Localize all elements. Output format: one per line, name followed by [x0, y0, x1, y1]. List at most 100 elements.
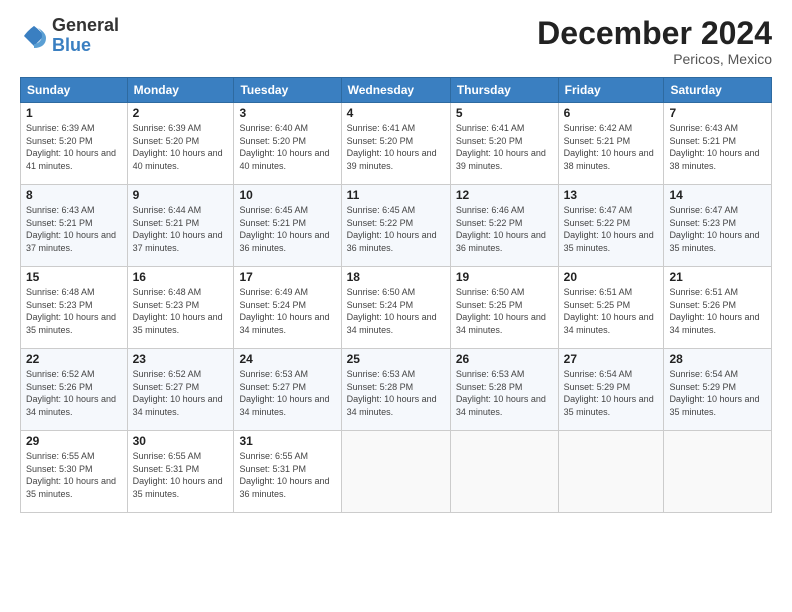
table-row: 16Sunrise: 6:48 AMSunset: 5:23 PMDayligh…: [127, 267, 234, 349]
table-row: 17Sunrise: 6:49 AMSunset: 5:24 PMDayligh…: [234, 267, 341, 349]
month-title: December 2024: [537, 16, 772, 51]
day-number: 7: [669, 106, 766, 120]
day-number: 13: [564, 188, 659, 202]
calendar-header-row: Sunday Monday Tuesday Wednesday Thursday…: [21, 78, 772, 103]
header-wednesday: Wednesday: [341, 78, 450, 103]
table-row: 26 Sunrise: 6:53 AMSunset: 5:28 PMDayligh…: [450, 349, 558, 431]
table-row: 23 Sunrise: 6:52 AMSunset: 5:27 PMDayligh…: [127, 349, 234, 431]
day-number: 25: [347, 352, 445, 366]
day-number: 12: [456, 188, 553, 202]
table-row: 11 Sunrise: 6:45 AMSunset: 5:22 PMDayligh…: [341, 185, 450, 267]
table-row: 15 Sunrise: 6:48 AMSunset: 5:23 PMDayligh…: [21, 267, 128, 349]
calendar-week-row: 15 Sunrise: 6:48 AMSunset: 5:23 PMDayligh…: [21, 267, 772, 349]
table-row: 12Sunrise: 6:46 AMSunset: 5:22 PMDayligh…: [450, 185, 558, 267]
day-number: 26: [456, 352, 553, 366]
location: Pericos, Mexico: [537, 51, 772, 67]
day-info: Sunrise: 6:44 AMSunset: 5:21 PMDaylight:…: [133, 204, 229, 254]
day-info: Sunrise: 6:39 AMSunset: 5:20 PMDaylight:…: [133, 122, 229, 172]
calendar-week-row: 22 Sunrise: 6:52 AMSunset: 5:26 PMDayligh…: [21, 349, 772, 431]
day-info: Sunrise: 6:40 AMSunset: 5:20 PMDaylight:…: [239, 122, 335, 172]
table-row: 7 Sunrise: 6:43 AMSunset: 5:21 PMDaylight…: [664, 103, 772, 185]
day-info: Sunrise: 6:52 AMSunset: 5:26 PMDaylight:…: [26, 368, 122, 418]
table-row: [450, 431, 558, 513]
table-row: 2 Sunrise: 6:39 AMSunset: 5:20 PMDaylight…: [127, 103, 234, 185]
header-saturday: Saturday: [664, 78, 772, 103]
table-row: 27 Sunrise: 6:54 AMSunset: 5:29 PMDayligh…: [558, 349, 664, 431]
logo-text: General Blue: [52, 16, 119, 56]
day-number: 15: [26, 270, 122, 284]
table-row: [341, 431, 450, 513]
day-info: Sunrise: 6:55 AMSunset: 5:31 PMDaylight:…: [133, 450, 229, 500]
table-row: 6 Sunrise: 6:42 AMSunset: 5:21 PMDaylight…: [558, 103, 664, 185]
day-number: 31: [239, 434, 335, 448]
table-row: [558, 431, 664, 513]
day-info: Sunrise: 6:47 AMSunset: 5:22 PMDaylight:…: [564, 204, 659, 254]
day-info: Sunrise: 6:41 AMSunset: 5:20 PMDaylight:…: [456, 122, 553, 172]
day-number: 22: [26, 352, 122, 366]
day-number: 27: [564, 352, 659, 366]
table-row: [664, 431, 772, 513]
day-info: Sunrise: 6:43 AMSunset: 5:21 PMDaylight:…: [669, 122, 766, 172]
page: General Blue December 2024 Pericos, Mexi…: [0, 0, 792, 612]
day-number: 4: [347, 106, 445, 120]
day-number: 11: [347, 188, 445, 202]
day-info: Sunrise: 6:43 AMSunset: 5:21 PMDaylight:…: [26, 204, 122, 254]
day-number: 9: [133, 188, 229, 202]
day-info: Sunrise: 6:50 AMSunset: 5:24 PMDaylight:…: [347, 286, 445, 336]
table-row: 21Sunrise: 6:51 AMSunset: 5:26 PMDayligh…: [664, 267, 772, 349]
header: General Blue December 2024 Pericos, Mexi…: [20, 16, 772, 67]
day-info: Sunrise: 6:45 AMSunset: 5:22 PMDaylight:…: [347, 204, 445, 254]
calendar-week-row: 29 Sunrise: 6:55 AMSunset: 5:30 PMDayligh…: [21, 431, 772, 513]
day-number: 16: [133, 270, 229, 284]
day-number: 17: [239, 270, 335, 284]
day-number: 1: [26, 106, 122, 120]
table-row: 14Sunrise: 6:47 AMSunset: 5:23 PMDayligh…: [664, 185, 772, 267]
day-number: 19: [456, 270, 553, 284]
table-row: 30 Sunrise: 6:55 AMSunset: 5:31 PMDayligh…: [127, 431, 234, 513]
day-info: Sunrise: 6:39 AMSunset: 5:20 PMDaylight:…: [26, 122, 122, 172]
header-thursday: Thursday: [450, 78, 558, 103]
header-sunday: Sunday: [21, 78, 128, 103]
day-info: Sunrise: 6:53 AMSunset: 5:28 PMDaylight:…: [456, 368, 553, 418]
table-row: 8Sunrise: 6:43 AMSunset: 5:21 PMDaylight…: [21, 185, 128, 267]
day-number: 28: [669, 352, 766, 366]
day-info: Sunrise: 6:55 AMSunset: 5:30 PMDaylight:…: [26, 450, 122, 500]
table-row: 3 Sunrise: 6:40 AMSunset: 5:20 PMDaylight…: [234, 103, 341, 185]
table-row: 10Sunrise: 6:45 AMSunset: 5:21 PMDayligh…: [234, 185, 341, 267]
day-info: Sunrise: 6:45 AMSunset: 5:21 PMDaylight:…: [239, 204, 335, 254]
table-row: 4 Sunrise: 6:41 AMSunset: 5:20 PMDaylight…: [341, 103, 450, 185]
day-info: Sunrise: 6:50 AMSunset: 5:25 PMDaylight:…: [456, 286, 553, 336]
day-info: Sunrise: 6:48 AMSunset: 5:23 PMDaylight:…: [26, 286, 122, 336]
header-friday: Friday: [558, 78, 664, 103]
day-number: 14: [669, 188, 766, 202]
day-number: 5: [456, 106, 553, 120]
table-row: 24Sunrise: 6:53 AMSunset: 5:27 PMDayligh…: [234, 349, 341, 431]
day-info: Sunrise: 6:42 AMSunset: 5:21 PMDaylight:…: [564, 122, 659, 172]
table-row: 5 Sunrise: 6:41 AMSunset: 5:20 PMDaylight…: [450, 103, 558, 185]
day-number: 3: [239, 106, 335, 120]
day-number: 6: [564, 106, 659, 120]
table-row: 18Sunrise: 6:50 AMSunset: 5:24 PMDayligh…: [341, 267, 450, 349]
day-number: 30: [133, 434, 229, 448]
logo-general-text: General: [52, 16, 119, 36]
day-info: Sunrise: 6:52 AMSunset: 5:27 PMDaylight:…: [133, 368, 229, 418]
day-info: Sunrise: 6:53 AMSunset: 5:27 PMDaylight:…: [239, 368, 335, 418]
logo: General Blue: [20, 16, 119, 56]
table-row: 28 Sunrise: 6:54 AMSunset: 5:29 PMDayligh…: [664, 349, 772, 431]
day-number: 23: [133, 352, 229, 366]
calendar-week-row: 8Sunrise: 6:43 AMSunset: 5:21 PMDaylight…: [21, 185, 772, 267]
day-info: Sunrise: 6:51 AMSunset: 5:25 PMDaylight:…: [564, 286, 659, 336]
day-info: Sunrise: 6:54 AMSunset: 5:29 PMDaylight:…: [564, 368, 659, 418]
table-row: 29 Sunrise: 6:55 AMSunset: 5:30 PMDayligh…: [21, 431, 128, 513]
day-info: Sunrise: 6:41 AMSunset: 5:20 PMDaylight:…: [347, 122, 445, 172]
table-row: 19 Sunrise: 6:50 AMSunset: 5:25 PMDayligh…: [450, 267, 558, 349]
calendar-table: Sunday Monday Tuesday Wednesday Thursday…: [20, 77, 772, 513]
day-number: 29: [26, 434, 122, 448]
day-info: Sunrise: 6:54 AMSunset: 5:29 PMDaylight:…: [669, 368, 766, 418]
day-info: Sunrise: 6:55 AMSunset: 5:31 PMDaylight:…: [239, 450, 335, 500]
header-tuesday: Tuesday: [234, 78, 341, 103]
calendar-week-row: 1 Sunrise: 6:39 AMSunset: 5:20 PMDaylight…: [21, 103, 772, 185]
day-info: Sunrise: 6:51 AMSunset: 5:26 PMDaylight:…: [669, 286, 766, 336]
logo-blue-text: Blue: [52, 36, 119, 56]
day-number: 2: [133, 106, 229, 120]
